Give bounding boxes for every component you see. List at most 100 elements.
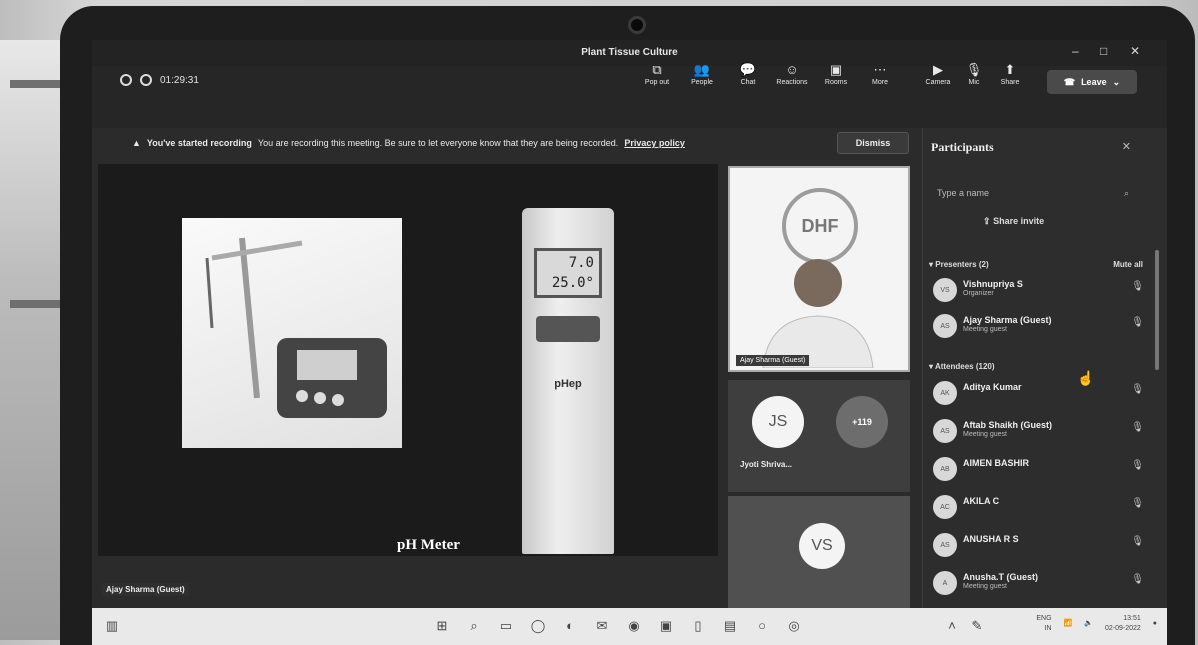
language-indicator: ENG [1036,615,1052,622]
banner-heading: You've started recording [146,138,252,148]
office-icon[interactable]: ▯ [688,616,708,636]
close-panel-icon[interactable]: ✕ [1122,140,1131,153]
mic-muted-icon[interactable]: 🎙 [1131,281,1144,292]
pop-out-button[interactable]: ⧉ Pop out [637,62,677,86]
more-icon: ⋯ [873,62,887,77]
phep-tester-photo: 7.0 25.0° pHep [522,208,614,554]
people-button[interactable]: 👥 People [682,62,722,86]
privacy-policy-link[interactable]: Privacy policy [624,138,685,148]
task-view-icon[interactable]: ▭ [496,616,516,636]
mail-icon[interactable]: ✉ [592,616,612,636]
search-icon[interactable]: ⌕ [1124,188,1129,199]
toolbar-label: Pop out [644,79,670,86]
mic-button[interactable]: 🎙 Mic [954,62,994,86]
toolbar-label: Camera [925,79,951,86]
banner-message: You are recording this meeting. Be sure … [257,138,619,148]
slide-caption: pH Meter [397,537,460,553]
participant-name: Anusha.T (Guest) [963,572,1039,582]
ph-meter-photo [182,218,402,448]
laptop-screen: Plant Tissue Culture – □ ✕ 01:29:31 ⧉ Pop… [92,40,1167,645]
participant-search[interactable]: Type a name ⌕ [933,180,1133,206]
leave-button[interactable]: ☎ Leave ⌄ [1047,70,1137,94]
phone-icon: ☎ [1063,76,1076,87]
dismiss-button[interactable]: Dismiss [837,132,909,154]
chat-icon[interactable]: ◯ [528,616,548,636]
avatar: AC [933,495,957,519]
mic-muted-icon[interactable]: 🎙 [1131,384,1144,395]
pen-icon[interactable]: ✎ [967,616,987,636]
webcam-icon [628,16,646,34]
share-invite-button[interactable]: ⇪ Share invite [983,216,1044,227]
presenter-video [762,259,874,368]
participant-row[interactable]: AS Ajay Sharma (Guest) Meeting guest 🎙 [929,311,1154,341]
maximize-button[interactable]: □ [1100,44,1107,58]
avatar: AS [933,533,957,557]
participant-row[interactable]: A Anusha.T (Guest) Meeting guest 🎙 [929,568,1154,598]
share-button[interactable]: ⬆ Share [990,62,1030,86]
mic-muted-icon[interactable]: 🎙 [1131,574,1144,585]
meeting-timer: 01:29:31 [120,74,199,86]
window-title: Plant Tissue Culture [581,47,678,58]
participant-row[interactable]: AK Aditya Kumar 🎙 [929,378,1154,408]
dell-icon[interactable]: ◉ [624,616,644,636]
mic-muted-icon[interactable]: 🎙 [1131,460,1144,471]
avatar-js[interactable]: JS [752,396,804,448]
participant-name: Vishnupriya S [963,279,1023,289]
mic-muted-icon[interactable]: 🎙 [1131,422,1144,433]
video-tile-presenter[interactable]: DHF Ajay Sharma (Guest) [728,166,910,372]
reactions-button[interactable]: ☺ Reactions [772,62,812,86]
mic-muted-icon[interactable]: 🎙 [1131,536,1144,547]
rooms-button[interactable]: ▣ Rooms [816,62,856,86]
participant-role: Meeting guest [963,583,1007,590]
chevron-down-icon: ▾ [929,260,934,269]
teams-icon[interactable]: ▣ [656,616,676,636]
mic-muted-icon[interactable]: 🎙 [1131,317,1144,328]
participant-role: Meeting guest [963,326,1007,333]
search-icon[interactable]: ⌕ [464,616,484,636]
warning-icon: ▲ [132,138,141,148]
speaker-icon: 🔈 [1084,620,1093,627]
photo-stage: Plant Tissue Culture – □ ✕ 01:29:31 ⧉ Pop… [0,0,1198,645]
attendees-section[interactable]: ▾ Attendees (120) [929,362,1167,371]
more-button[interactable]: ⋯ More [860,62,900,86]
presenters-section[interactable]: ▾ Presenters (2) Mute all [929,260,1167,269]
panel-title: Participants [931,140,994,154]
minimize-button[interactable]: – [1072,44,1079,58]
participant-row[interactable]: AS ANUSHA R S 🎙 [929,530,1154,560]
overflow-participants[interactable]: +119 [836,396,888,448]
close-button[interactable]: ✕ [1130,44,1140,58]
windows-taskbar: ▥ ⊞ ⌕ ▭ ◯ ◐ ✉ ◉ ▣ ▯ ▤ ○ ◎ ˄ ✎ ENG IN 📶 🔈… [92,608,1167,645]
participant-row[interactable]: AC AKILA C 🎙 [929,492,1154,522]
chevron-down-icon[interactable]: ⌄ [1113,77,1121,88]
toolbar-label: Share [1000,79,1020,86]
participant-row[interactable]: VS Vishnupriya S Organizer 🎙 [929,275,1154,305]
search-input[interactable]: Type a name [937,188,989,198]
system-tray[interactable]: ENG IN 📶 🔈 13:51 02-09-2022 ● [1036,614,1157,634]
mute-all-button[interactable]: Mute all [1113,260,1143,269]
toolbar-label: Reactions [776,79,808,86]
toolbar-label: More [872,79,888,86]
share-icon: ⬆ [1004,62,1016,77]
panel-scrollbar[interactable] [1155,250,1159,370]
participant-row[interactable]: AB AIMEN BASHIR 🎙 [929,454,1154,484]
avatar-vs: VS [799,523,845,569]
chevron-down-icon: ▾ [929,362,934,371]
avatar: AB [933,457,957,481]
cortana-icon[interactable]: ○ [752,616,772,636]
chevron-up-icon[interactable]: ˄ [942,616,962,636]
chat-button[interactable]: 💬 Chat [728,62,768,86]
camera-button[interactable]: ▶ Camera [918,62,958,86]
mic-muted-icon[interactable]: 🎙 [1131,498,1144,509]
toolbar-label: Mic [968,79,980,86]
edge-icon[interactable]: ◐ [560,616,580,636]
start-icon[interactable]: ⊞ [432,616,452,636]
notification-icon[interactable]: ● [1153,619,1157,629]
chrome-icon[interactable]: ◎ [784,616,804,636]
avatar: VS [933,278,957,302]
reactions-icon: ☺ [785,62,799,77]
rooms-icon: ▣ [829,62,843,77]
presenter-name-tag: Ajay Sharma (Guest) [102,583,189,596]
participant-row[interactable]: AS Aftab Shaikh (Guest) Meeting guest 🎙 [929,416,1154,446]
widgets-icon[interactable]: ▥ [102,616,122,636]
explorer-icon[interactable]: ▤ [720,616,740,636]
